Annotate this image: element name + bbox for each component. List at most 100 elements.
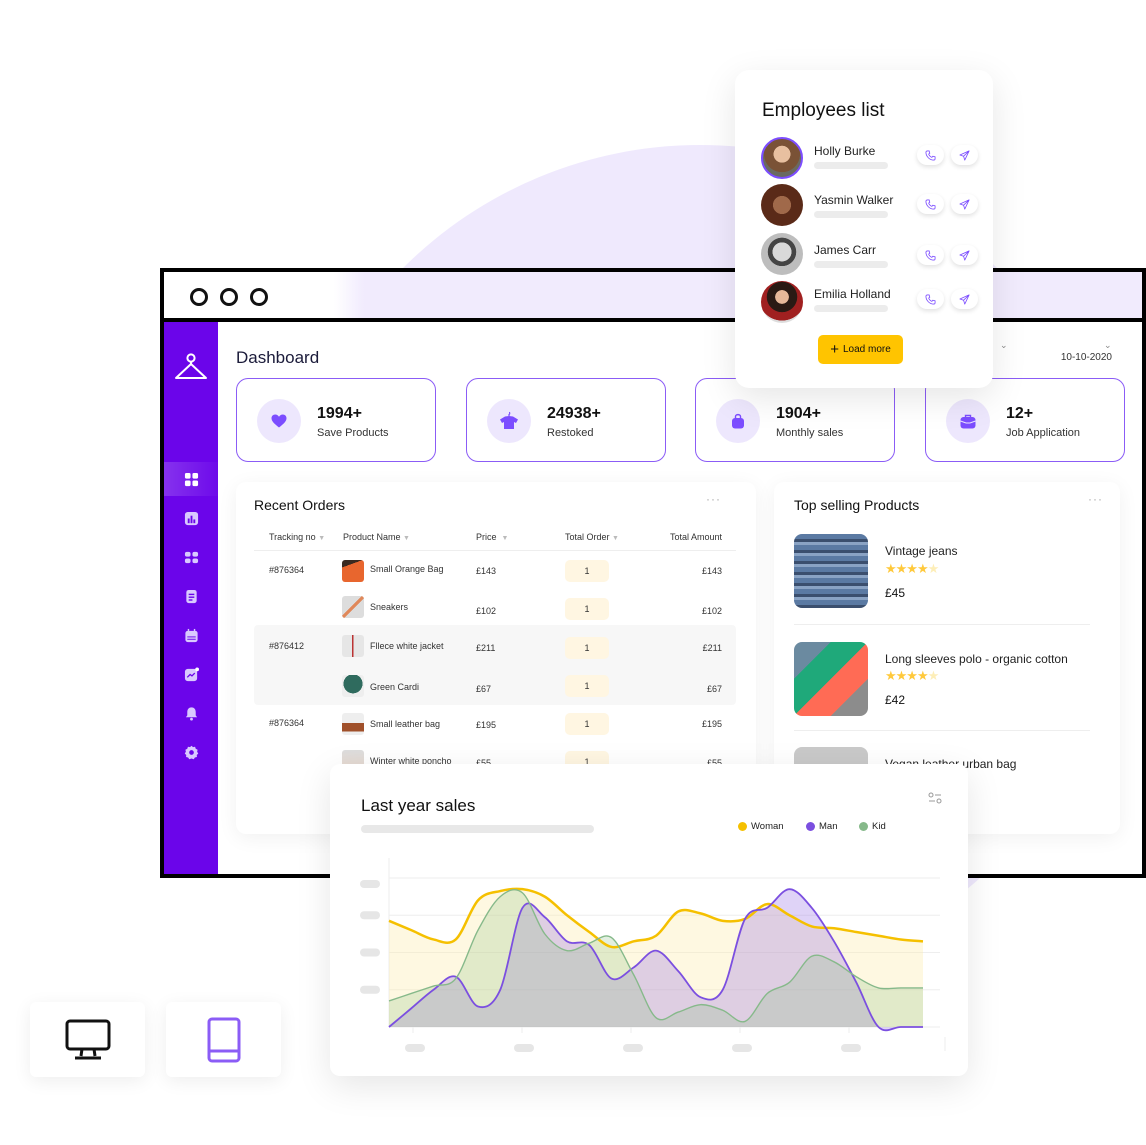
tablet-view-button[interactable] — [166, 1002, 281, 1077]
sort-icon: ▼ — [501, 535, 509, 542]
x-tick-label-placeholder — [623, 1044, 643, 1052]
more-options-icon[interactable]: ··· — [1088, 492, 1103, 506]
product-name: Green Cardi — [370, 682, 420, 692]
employee-subtitle-placeholder — [814, 305, 888, 312]
x-tick-label-placeholder — [732, 1044, 752, 1052]
window-control-dot[interactable] — [220, 288, 238, 306]
chevron-down-icon[interactable]: ⌄ — [1104, 340, 1112, 351]
document-icon — [185, 589, 197, 603]
date-filter[interactable]: 10-10-2020 — [1061, 352, 1112, 363]
price: £102 — [476, 606, 497, 616]
stat-label: Restoked — [547, 427, 594, 439]
load-more-button[interactable]: + Load more — [818, 335, 903, 364]
bar-chart-icon — [184, 511, 198, 525]
total-amount: £195 — [701, 719, 722, 729]
stat-value: 1904+ — [776, 405, 821, 422]
sidebar-item-analytics[interactable] — [164, 501, 218, 535]
stat-label: Monthly sales — [776, 427, 844, 439]
employee-name: Yasmin Walker — [814, 193, 894, 207]
price: £143 — [476, 566, 497, 576]
divider — [794, 730, 1090, 731]
total-amount: £143 — [701, 566, 722, 576]
plus-icon: + — [830, 341, 839, 358]
bell-icon — [185, 706, 197, 721]
sales-chart — [360, 858, 946, 1052]
row-group-highlight — [254, 625, 736, 705]
phone-icon — [925, 250, 936, 260]
employee-item[interactable]: Holly Burke — [761, 137, 981, 181]
rating-stars: ★★★★★ — [885, 668, 939, 683]
employee-subtitle-placeholder — [814, 211, 888, 218]
avatar — [761, 137, 803, 179]
call-button[interactable] — [917, 245, 944, 265]
product-thumbnail — [342, 596, 364, 618]
send-message-button[interactable] — [951, 194, 978, 214]
desktop-view-button[interactable] — [30, 1002, 145, 1077]
y-tick-label-placeholder — [360, 911, 380, 920]
stat-card-restoked[interactable]: 24938+ Restoked — [466, 378, 666, 462]
product-thumbnail — [342, 560, 364, 582]
x-tick-label-placeholder — [841, 1044, 861, 1052]
column-header-price[interactable]: Price ▼ — [476, 532, 508, 542]
sidebar-item-notifications[interactable] — [164, 696, 218, 730]
header-divider — [254, 550, 736, 551]
employee-item[interactable]: Emilia Holland — [761, 281, 981, 325]
y-tick-label-placeholder — [360, 985, 380, 994]
more-options-icon[interactable]: ··· — [706, 492, 721, 506]
chevron-down-icon[interactable]: ⌄ — [1000, 340, 1008, 351]
load-more-label: Load more — [842, 344, 891, 355]
sort-icon: ▼ — [403, 535, 410, 542]
bag-icon — [716, 399, 760, 443]
stat-card-save-products[interactable]: 1994+ Save Products — [236, 378, 436, 462]
employee-item[interactable]: Yasmin Walker — [761, 184, 981, 228]
sidebar-item-documents[interactable] — [164, 579, 218, 613]
product-name: Small Orange Bag — [370, 564, 444, 574]
column-label: Total Order — [565, 532, 610, 542]
tablet-icon — [207, 1017, 240, 1062]
column-header-total-order[interactable]: Total Order ▼ — [565, 532, 619, 542]
product-image — [794, 642, 868, 716]
stat-value: 1994+ — [317, 405, 362, 422]
send-message-button[interactable] — [951, 289, 978, 309]
stat-card-monthly-sales[interactable]: 1904+ Monthly sales — [695, 378, 895, 462]
phone-icon — [925, 294, 936, 304]
column-label: Price — [476, 532, 497, 542]
send-message-button[interactable] — [951, 145, 978, 165]
sidebar-item-trends[interactable] — [164, 657, 218, 691]
window-control-dot[interactable] — [250, 288, 268, 306]
recent-orders-title: Recent Orders — [254, 497, 346, 513]
sidebar-item-settings[interactable] — [164, 735, 218, 769]
employees-list-card: Employees list Holly Burke Yasmin Walker… — [735, 70, 993, 388]
price: £195 — [476, 720, 497, 730]
hanger-icon[interactable] — [174, 352, 208, 382]
stat-label: Save Products — [317, 427, 389, 439]
window-titlebar — [164, 272, 1142, 322]
sidebar-item-dashboard[interactable] — [164, 462, 218, 496]
product-name: Fllece white jacket — [370, 641, 444, 651]
rating-stars: ★★★★★ — [885, 561, 939, 576]
call-button[interactable] — [917, 194, 944, 214]
window-control-dot[interactable] — [190, 288, 208, 306]
x-tick-label-placeholder — [405, 1044, 425, 1052]
sidebar-item-calendar[interactable] — [164, 618, 218, 652]
stat-card-job-application[interactable]: 12+ Job Application — [925, 378, 1125, 462]
product-image — [794, 534, 868, 608]
call-button[interactable] — [917, 145, 944, 165]
column-header-product[interactable]: Product Name ▼ — [343, 532, 410, 542]
product-thumbnail — [342, 675, 364, 697]
employees-title: Employees list — [762, 100, 885, 121]
total-amount: £211 — [702, 643, 722, 653]
avatar — [761, 281, 803, 323]
product-name: Small leather bag — [370, 719, 441, 729]
desktop-icon — [65, 1019, 110, 1059]
product-name: Long sleeves polo - organic cotton — [885, 652, 1068, 666]
sidebar-item-apps[interactable] — [164, 540, 218, 574]
sidebar — [164, 322, 218, 874]
employee-item[interactable]: James Carr — [761, 233, 981, 277]
column-label: Product Name — [343, 532, 401, 542]
send-message-button[interactable] — [951, 245, 978, 265]
column-label: Total Amount — [670, 532, 723, 542]
column-header-total-amount[interactable]: Total Amount — [670, 532, 722, 542]
call-button[interactable] — [917, 289, 944, 309]
column-header-tracking[interactable]: Tracking no ▼ — [269, 532, 325, 542]
